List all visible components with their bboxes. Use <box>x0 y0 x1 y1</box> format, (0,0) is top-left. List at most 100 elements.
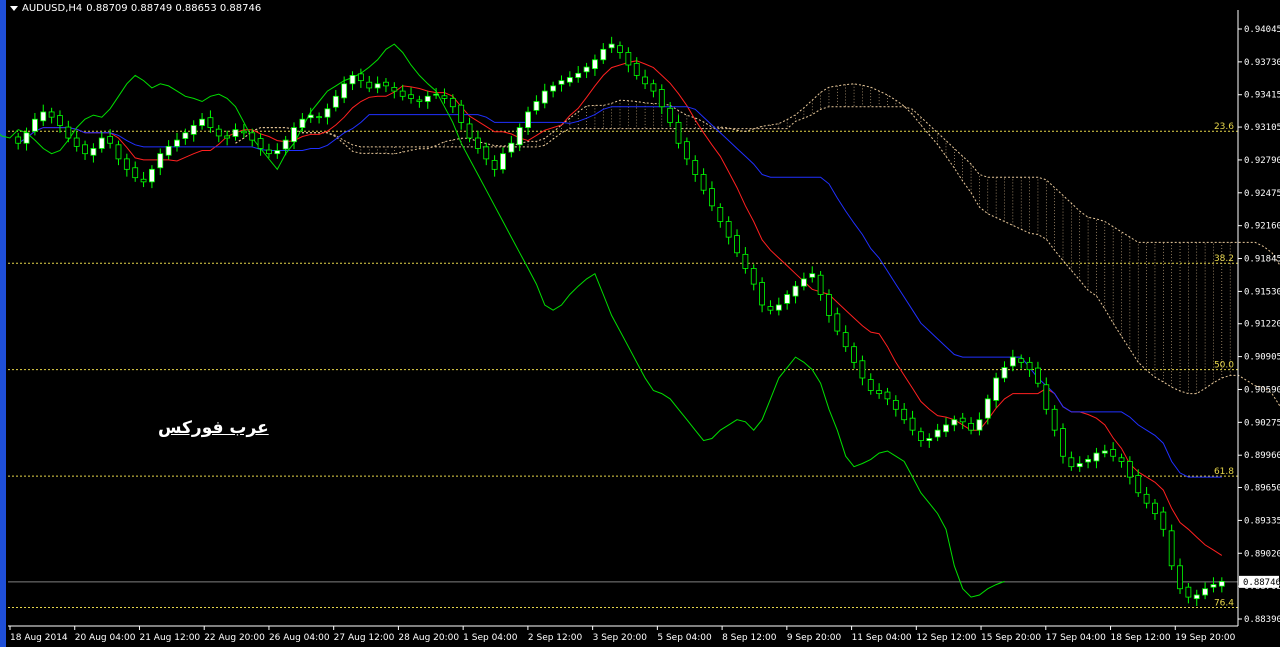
candle-body <box>257 138 264 149</box>
candle-body <box>1202 588 1209 596</box>
candle-body <box>575 72 582 78</box>
fib-label: 23.6 <box>1214 122 1234 132</box>
y-tick-label: 0.89650 <box>1244 484 1280 494</box>
candle-body <box>784 294 791 304</box>
candle-body <box>1135 475 1142 494</box>
candle-body <box>717 207 724 222</box>
candle-body <box>1035 367 1041 384</box>
candle-body <box>98 137 105 149</box>
candle-body <box>1218 581 1225 587</box>
candle-body <box>959 417 966 423</box>
candle-body <box>767 306 774 311</box>
x-tick-label: 22 Aug 20:00 <box>204 633 265 643</box>
candle-body <box>667 107 674 123</box>
candle-body <box>349 75 356 85</box>
candle-body <box>449 97 456 108</box>
candle-body <box>266 149 272 155</box>
candle-body <box>1110 449 1117 457</box>
candle-body <box>1068 457 1075 468</box>
candle-body <box>700 174 707 191</box>
x-tick-label: 3 Sep 20:00 <box>593 633 648 643</box>
x-tick-label: 18 Sep 12:00 <box>1111 633 1171 643</box>
candle-body <box>324 108 331 118</box>
y-tick-label: 0.89335 <box>1244 516 1280 526</box>
candle-body <box>734 235 740 254</box>
candle-body <box>817 274 824 295</box>
y-tick-label: 0.88390 <box>1244 615 1280 625</box>
y-tick-label: 0.91530 <box>1244 287 1280 297</box>
candle-body <box>633 63 640 76</box>
candle-body <box>399 90 406 97</box>
x-tick-label: 18 Aug 2014 <box>10 633 68 643</box>
x-tick-label: 15 Sep 20:00 <box>981 633 1041 643</box>
candle-body <box>692 160 699 175</box>
candle-body <box>274 150 281 155</box>
candle-body <box>1026 361 1033 371</box>
ohlc-readout: 0.88709 0.88749 0.88653 0.88746 <box>86 3 262 14</box>
candle-body <box>918 431 924 441</box>
chart-window[interactable]: 23.6 38.2 50.0 61.8 76.4 0.94045 0.93730 0.934… <box>0 0 1280 647</box>
candle-body <box>968 422 974 431</box>
candle-body <box>215 128 222 137</box>
candle-body <box>1060 428 1066 457</box>
x-tick-label: 5 Sep 04:00 <box>657 633 712 643</box>
candle-body <box>1160 511 1167 530</box>
candle-body <box>174 139 180 147</box>
x-tick-label: 8 Sep 12:00 <box>722 633 777 643</box>
candle-body <box>149 168 155 183</box>
candle-body <box>976 419 983 431</box>
price-chart[interactable]: 23.6 38.2 50.0 61.8 76.4 0.94045 0.93730 0.934… <box>0 0 1280 647</box>
chikou-line <box>0 43 1005 598</box>
candle-body <box>433 93 440 96</box>
candle-body <box>1126 461 1133 478</box>
candle-body <box>1001 367 1008 379</box>
candle-body <box>15 136 22 144</box>
candle-body <box>190 125 197 135</box>
x-tick-label: 17 Sep 04:00 <box>1046 633 1106 643</box>
candle-body <box>926 438 933 441</box>
candle-body <box>625 52 632 66</box>
y-tick-label: 0.91220 <box>1244 320 1280 330</box>
candle-body <box>115 144 122 160</box>
candle-body <box>934 429 941 438</box>
x-tick-label: 2 Sep 12:00 <box>528 633 583 643</box>
candle-body <box>1185 586 1192 598</box>
candle-body <box>533 101 540 111</box>
candle-body <box>617 45 623 53</box>
candle-body <box>642 76 648 85</box>
candle-body <box>1085 458 1091 463</box>
candle-body <box>207 117 214 128</box>
candle-body <box>1093 452 1100 462</box>
current-price-label: 0.88746 <box>1243 578 1280 588</box>
candle-body <box>901 408 908 421</box>
candle-body <box>1118 457 1125 462</box>
candle-body <box>483 146 490 160</box>
candle-body <box>500 153 506 170</box>
candle-body <box>140 178 147 183</box>
symbol-header[interactable]: AUDUSD,H4 0.88709 0.88749 0.88653 0.8874… <box>10 3 261 14</box>
candle-body <box>566 77 573 83</box>
candle-body <box>558 80 565 85</box>
candle-body <box>282 139 289 150</box>
candle-body <box>600 48 607 61</box>
candle-body <box>809 273 816 278</box>
chevron-down-icon[interactable] <box>10 6 18 11</box>
candle-body <box>316 116 322 119</box>
candle-body <box>525 111 531 128</box>
y-tick-label: 0.90905 <box>1244 353 1280 363</box>
candle-body <box>592 59 598 70</box>
candle-body <box>182 132 189 139</box>
candle-body <box>750 268 757 285</box>
candle-body <box>984 398 991 419</box>
candle-body <box>1009 356 1016 367</box>
candle-body <box>1101 450 1108 454</box>
y-tick-label: 0.92790 <box>1244 156 1280 166</box>
candle-body <box>909 417 916 431</box>
candle-body <box>466 123 473 139</box>
candle-body <box>240 130 247 134</box>
candle-body <box>65 126 72 139</box>
x-tick-label: 26 Aug 04:00 <box>269 633 330 643</box>
candle-body <box>1043 384 1050 410</box>
fib-level-group: 23.6 38.2 50.0 61.8 76.4 <box>8 122 1238 609</box>
candle-body <box>132 167 139 179</box>
